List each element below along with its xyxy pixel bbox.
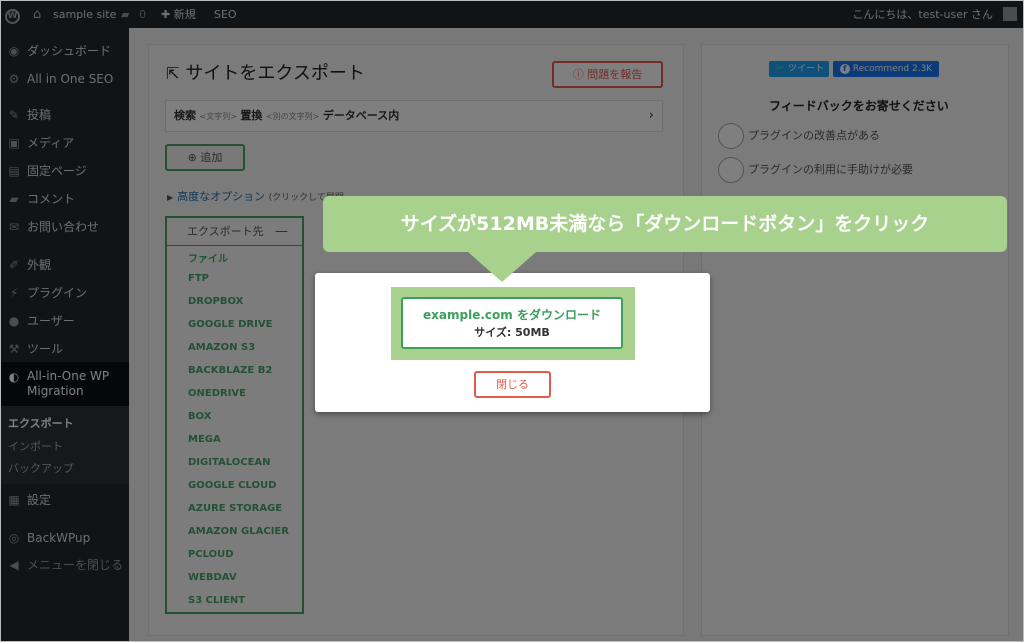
instruction-callout: サイズが512MB未満なら「ダウンロードボタン」をクリック: [323, 196, 1007, 252]
callout-pointer: [468, 252, 536, 282]
download-label: example.com をダウンロード: [423, 308, 601, 322]
download-size: サイズ: 50MB: [474, 326, 550, 339]
download-button[interactable]: example.com をダウンロード サイズ: 50MB: [401, 297, 623, 349]
screenshot-frame: W ⌂ sample site ▰ 0 ✚ 新規 SEO こんにちは、test-…: [0, 0, 1024, 642]
close-button[interactable]: 閉じる: [474, 371, 551, 398]
